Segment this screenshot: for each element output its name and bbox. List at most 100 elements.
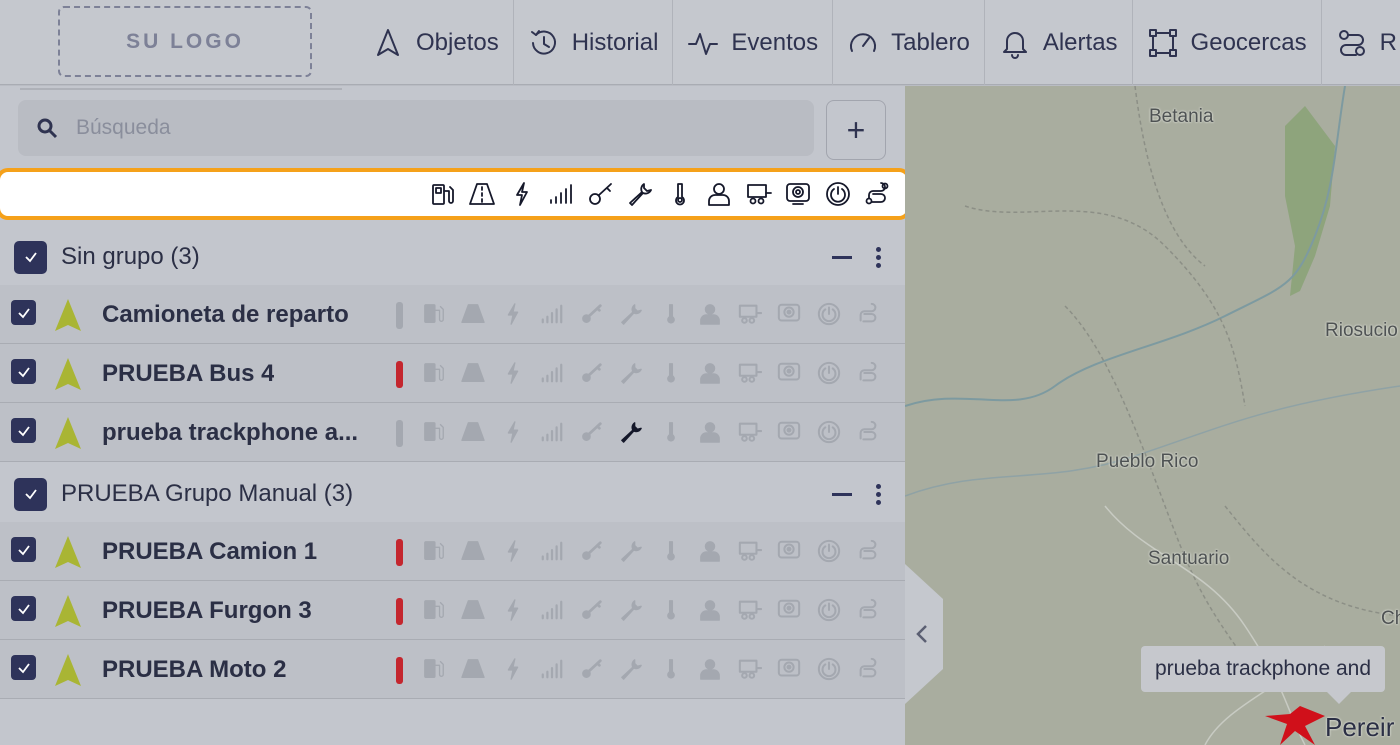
key-icon [581,363,602,382]
power-icon [507,362,519,384]
key-filter[interactable] [581,181,621,207]
road-icon [461,363,485,382]
nav-historial[interactable]: Historial [514,0,674,85]
power-icon [507,303,519,325]
nav-label: Tablero [891,28,970,56]
search-box [18,100,814,156]
thermometer-icon [666,304,675,324]
map-label: Riosucio [1325,320,1398,341]
more-options-icon[interactable] [876,246,882,268]
status-indicator [396,420,403,447]
check-icon [17,662,30,673]
object-checkbox[interactable] [11,655,36,680]
wrench-icon [629,183,653,206]
nav-label: Objetos [416,28,499,56]
nav-eventos[interactable]: Eventos [673,0,834,85]
wrench-icon [621,541,643,562]
nav-label: Geocercas [1190,28,1307,56]
status-indicator [396,361,403,388]
fuel-filter[interactable] [423,181,463,207]
sensor-icons [414,538,888,564]
nav-geocercas[interactable]: Geocercas [1133,0,1322,85]
check-icon [17,366,30,377]
map-label: Betania [1149,106,1214,127]
power-icon [507,540,519,562]
wrench-icon [621,600,643,621]
signal-icon [541,363,563,383]
trailer-icon [746,184,772,205]
more-options-icon[interactable] [876,483,882,505]
camera-icon [778,421,801,440]
object-checkbox[interactable] [11,418,36,443]
object-checkbox[interactable] [11,359,36,384]
wrench-filter[interactable] [621,181,661,207]
logo: SU LOGO [58,6,312,77]
object-row[interactable]: PRUEBA Furgon 3 [0,581,905,640]
thermometer-icon [666,422,675,442]
divider [20,88,342,90]
object-row[interactable]: PRUEBA Bus 4 [0,344,905,403]
route-icon [1338,29,1365,56]
objects-sidebar: + Sin grupo (3) Camioneta de reparto PRUEB… [0,86,911,745]
camera-filter[interactable] [779,181,819,207]
nav-objetos[interactable]: Objetos [358,0,514,85]
object-name: PRUEBA Bus 4 [102,360,275,387]
object-checkbox[interactable] [11,300,36,325]
direction-arrow-icon [55,654,81,686]
nav-alertas[interactable]: Alertas [985,0,1133,85]
signal-icon [541,422,563,442]
ignition-icon [817,539,840,563]
key-icon [581,304,602,323]
ignition-icon [817,361,840,385]
object-checkbox[interactable] [11,537,36,562]
object-checkbox[interactable] [11,596,36,621]
thermometer-icon [666,541,675,561]
map[interactable]: Betania Riosucio Pueblo Rico Santuario C… [905,86,1400,745]
route-icon [859,361,877,382]
collapse-group-button[interactable] [832,492,852,496]
signal-filter[interactable] [542,181,582,207]
camera-icon [778,599,801,618]
driver-filter[interactable] [700,181,740,207]
ignition-icon [825,182,850,206]
check-icon [24,489,37,500]
road-filter[interactable] [463,181,503,207]
group-label: Sin grupo (3) [61,243,200,270]
ignition-icon [817,302,840,326]
fuel-icon [423,422,444,441]
object-row[interactable]: Camioneta de reparto [0,285,905,344]
add-object-button[interactable]: + [826,100,886,160]
ignition-filter[interactable] [818,181,858,207]
driver-icon [700,304,721,325]
object-row[interactable]: PRUEBA Camion 1 [0,522,905,581]
nav-rutas[interactable]: R [1322,0,1400,85]
check-icon [17,544,30,555]
check-icon [24,252,37,263]
road-icon [461,541,485,560]
group-checkbox[interactable] [14,477,47,511]
status-indicator [396,598,403,625]
trailer-filter[interactable] [739,181,779,207]
group-checkbox[interactable] [14,240,47,274]
collapse-group-button[interactable] [832,255,852,259]
nav-tablero[interactable]: Tablero [833,0,985,85]
wrench-icon [621,363,643,384]
direction-arrow-icon [55,417,81,449]
object-row[interactable]: PRUEBA Moto 2 [0,640,905,699]
direction-arrow-icon [55,358,81,390]
object-row[interactable]: prueba trackphone a... [0,403,905,462]
key-icon [588,183,612,205]
temperature-filter[interactable] [660,181,700,207]
route-icon [865,182,889,205]
key-icon [581,541,602,560]
power-filter[interactable] [502,181,542,207]
main-nav: Objetos Historial Eventos Tablero Alerta… [358,0,1400,85]
route-filter[interactable] [858,181,898,207]
direction-arrow-icon [55,299,81,331]
group-header: PRUEBA Grupo Manual (3) [0,466,905,522]
search-input[interactable] [76,116,776,140]
ignition-icon [817,420,840,444]
thermometer-icon [674,183,685,206]
thermometer-icon [666,600,675,620]
nav-label: R [1379,28,1397,56]
